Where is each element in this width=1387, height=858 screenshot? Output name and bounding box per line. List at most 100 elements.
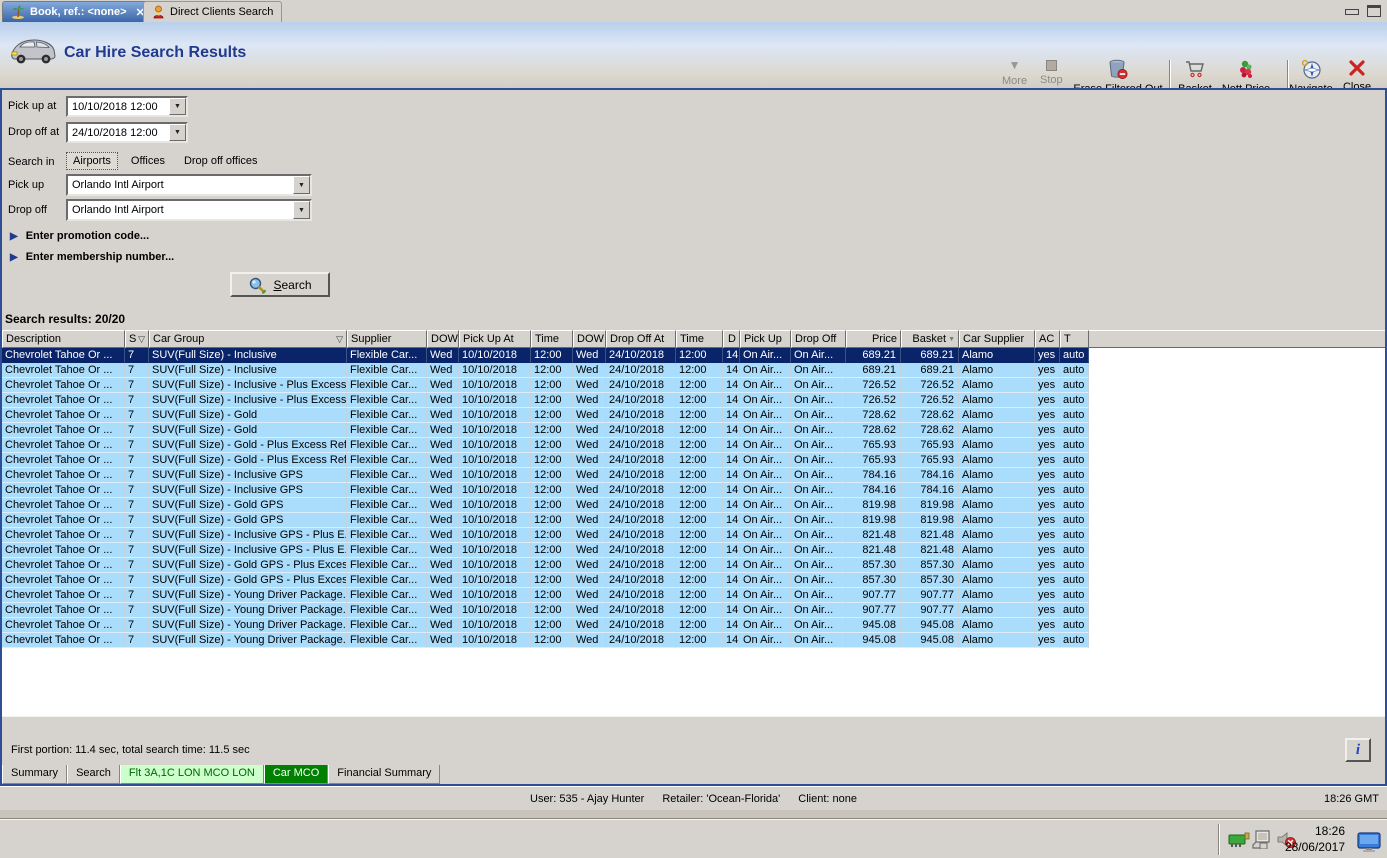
info-button[interactable]: i xyxy=(1345,738,1371,762)
column-header-d[interactable]: D xyxy=(723,330,740,348)
column-header-drop-off[interactable]: Drop Off xyxy=(791,330,846,348)
column-header-dow[interactable]: DOW xyxy=(427,330,459,348)
table-row[interactable]: Chevrolet Tahoe Or ... 7 SUV(Full Size) - … xyxy=(2,483,1089,498)
table-row[interactable]: Chevrolet Tahoe Or ... 7 SUV(Full Size) - … xyxy=(2,468,1089,483)
column-header-car-group[interactable]: Car Group ▽ xyxy=(149,330,347,348)
table-cell: 726.52 xyxy=(901,393,959,408)
search-in-tab-drop-off-offices[interactable]: Drop off offices xyxy=(178,153,264,169)
table-cell: 728.62 xyxy=(901,423,959,438)
column-header-pick-up[interactable]: Pick Up xyxy=(740,330,791,348)
chevron-down-icon[interactable]: ▼ xyxy=(293,201,310,219)
table-cell: 14 xyxy=(723,633,740,648)
chevron-down-icon[interactable]: ▼ xyxy=(293,176,310,194)
chevron-down-icon[interactable]: ▼ xyxy=(169,124,186,141)
minimize-button-icon[interactable] xyxy=(1345,9,1359,15)
table-row[interactable]: Chevrolet Tahoe Or ... 7 SUV(Full Size) - … xyxy=(2,633,1089,648)
search-button[interactable]: Search xyxy=(230,272,330,297)
table-row[interactable]: Chevrolet Tahoe Or ... 7 SUV(Full Size) - … xyxy=(2,363,1089,378)
table-row[interactable]: Chevrolet Tahoe Or ... 7 SUV(Full Size) - … xyxy=(2,408,1089,423)
bottom-tab-summary[interactable]: Summary xyxy=(2,765,68,784)
table-cell: Flexible Car... xyxy=(347,483,427,498)
table-cell: 726.52 xyxy=(901,378,959,393)
tab-direct-clients-label: Direct Clients Search xyxy=(170,6,274,18)
table-row[interactable]: Chevrolet Tahoe Or ... 7 SUV(Full Size) - … xyxy=(2,528,1089,543)
tab-book-ref[interactable]: Book, ref.: <none> ✕ xyxy=(2,1,154,22)
table-row[interactable]: Chevrolet Tahoe Or ... 7 SUV(Full Size) - … xyxy=(2,543,1089,558)
table-cell: 12:00 xyxy=(531,498,573,513)
table-cell: 10/10/2018 xyxy=(459,423,531,438)
filter-icon[interactable]: ▽ xyxy=(138,335,145,344)
table-cell: Wed xyxy=(427,453,459,468)
table-cell: Chevrolet Tahoe Or ... xyxy=(2,588,125,603)
table-cell: Flexible Car... xyxy=(347,363,427,378)
column-header-ac[interactable]: AC xyxy=(1035,330,1060,348)
column-header-car-supplier[interactable]: Car Supplier xyxy=(959,330,1035,348)
table-row[interactable]: Chevrolet Tahoe Or ... 7 SUV(Full Size) - … xyxy=(2,588,1089,603)
table-cell: Flexible Car... xyxy=(347,453,427,468)
table-cell: 819.98 xyxy=(901,498,959,513)
table-row[interactable]: Chevrolet Tahoe Or ... 7 SUV(Full Size) - … xyxy=(2,558,1089,573)
column-header-drop-off-at[interactable]: Drop Off At xyxy=(606,330,676,348)
column-header-s[interactable]: S ▽ xyxy=(125,330,149,348)
column-header-description[interactable]: Description xyxy=(2,330,125,348)
bottom-tab-search[interactable]: Search xyxy=(67,765,120,784)
filter-icon[interactable]: ▽ xyxy=(336,335,343,344)
search-in-tab-airports[interactable]: Airports xyxy=(66,151,118,170)
column-header-basket[interactable]: Basket ▼ xyxy=(901,330,959,348)
table-row[interactable]: Chevrolet Tahoe Or ... 7 SUV(Full Size) - … xyxy=(2,513,1089,528)
table-cell: On Air... xyxy=(740,483,791,498)
table-cell: Flexible Car... xyxy=(347,408,427,423)
table-cell: SUV(Full Size) - Young Driver Package... xyxy=(149,588,347,603)
table-cell: 12:00 xyxy=(676,588,723,603)
promotion-code-expander[interactable]: ▶ Enter promotion code... xyxy=(10,230,149,242)
status-user: User: 535 - Ajay Hunter xyxy=(530,792,645,805)
show-desktop-icon[interactable] xyxy=(1357,832,1381,852)
network-disconnected-icon[interactable] xyxy=(1252,830,1272,849)
pickup-location-select[interactable]: Orlando Intl Airport ▼ xyxy=(66,174,312,196)
table-cell: auto xyxy=(1060,513,1089,528)
dropoff-at-field[interactable]: 24/10/2018 12:00 ▼ xyxy=(66,122,188,143)
column-header-t[interactable]: T xyxy=(1060,330,1089,348)
table-cell: 10/10/2018 xyxy=(459,468,531,483)
column-header-price[interactable]: Price xyxy=(846,330,901,348)
more-down-arrow-icon: ▼ xyxy=(1008,58,1021,72)
table-cell: yes xyxy=(1035,633,1060,648)
column-header-time[interactable]: Time xyxy=(676,330,723,348)
table-cell: Wed xyxy=(427,348,459,363)
column-header-supplier[interactable]: Supplier xyxy=(347,330,427,348)
table-row[interactable]: Chevrolet Tahoe Or ... 7 SUV(Full Size) - … xyxy=(2,603,1089,618)
restore-button-icon[interactable] xyxy=(1367,5,1381,17)
table-cell: On Air... xyxy=(791,423,846,438)
table-row[interactable]: Chevrolet Tahoe Or ... 7 SUV(Full Size) - … xyxy=(2,378,1089,393)
nett-price-icon xyxy=(1235,58,1257,80)
table-cell: 12:00 xyxy=(676,378,723,393)
column-header-dow[interactable]: DOW xyxy=(573,330,606,348)
table-row[interactable]: Chevrolet Tahoe Or ... 7 SUV(Full Size) - … xyxy=(2,438,1089,453)
table-row[interactable]: Chevrolet Tahoe Or ... 7 SUV(Full Size) - … xyxy=(2,453,1089,468)
table-cell: 14 xyxy=(723,618,740,633)
dropoff-location-select[interactable]: Orlando Intl Airport ▼ xyxy=(66,199,312,221)
chevron-down-icon[interactable]: ▼ xyxy=(169,98,186,115)
table-cell: Chevrolet Tahoe Or ... xyxy=(2,348,125,363)
tray-clock-date: 28/06/2017 xyxy=(1284,840,1345,854)
bottom-tab-financial-summary[interactable]: Financial Summary xyxy=(328,765,441,784)
table-row[interactable]: Chevrolet Tahoe Or ... 7 SUV(Full Size) - … xyxy=(2,573,1089,588)
tray-clock[interactable]: 18:26 28/06/2017 xyxy=(1285,823,1345,855)
pickup-at-field[interactable]: 10/10/2018 12:00 ▼ xyxy=(66,96,188,117)
column-header-time[interactable]: Time xyxy=(531,330,573,348)
table-row[interactable]: Chevrolet Tahoe Or ... 7 SUV(Full Size) - … xyxy=(2,348,1089,363)
bottom-tab-flt-3a-1c-lon-mco-lon[interactable]: Flt 3A,1C LON MCO LON xyxy=(119,765,264,784)
table-row[interactable]: Chevrolet Tahoe Or ... 7 SUV(Full Size) - … xyxy=(2,618,1089,633)
network-adapter-icon[interactable] xyxy=(1228,830,1250,848)
table-cell: 12:00 xyxy=(676,543,723,558)
tab-direct-clients-search[interactable]: Direct Clients Search xyxy=(143,1,283,22)
membership-number-expander[interactable]: ▶ Enter membership number... xyxy=(10,251,174,263)
search-in-tab-offices[interactable]: Offices xyxy=(125,153,171,169)
bottom-tab-car-mco[interactable]: Car MCO xyxy=(263,765,329,784)
column-header-pick-up-at[interactable]: Pick Up At xyxy=(459,330,531,348)
table-row[interactable]: Chevrolet Tahoe Or ... 7 SUV(Full Size) - … xyxy=(2,423,1089,438)
table-cell: 14 xyxy=(723,498,740,513)
table-cell: SUV(Full Size) - Gold GPS xyxy=(149,498,347,513)
table-row[interactable]: Chevrolet Tahoe Or ... 7 SUV(Full Size) - … xyxy=(2,393,1089,408)
table-row[interactable]: Chevrolet Tahoe Or ... 7 SUV(Full Size) - … xyxy=(2,498,1089,513)
